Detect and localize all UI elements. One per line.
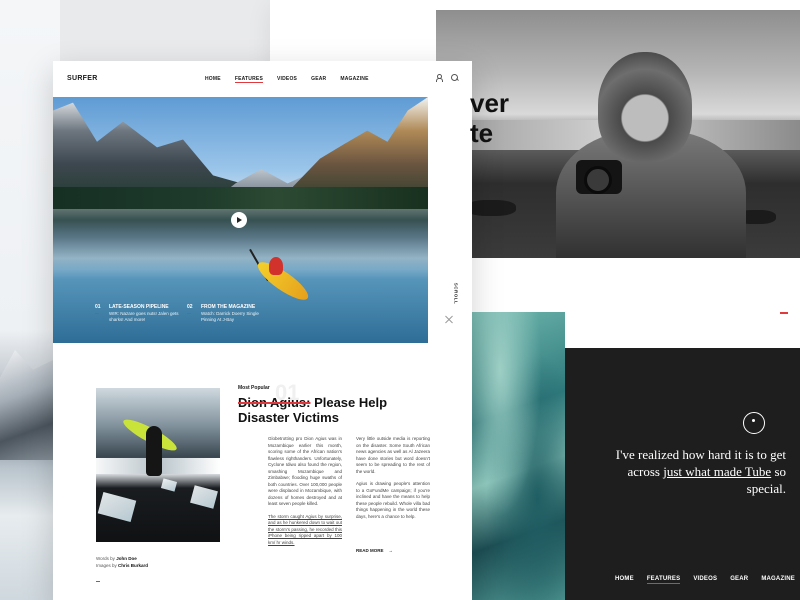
play-icon[interactable] xyxy=(231,212,247,228)
credit-images-name: Chris Burkard xyxy=(118,563,149,568)
pull-quote: I've realized how hard it is to get acro… xyxy=(590,446,786,497)
camera xyxy=(576,160,622,194)
surfer-figure xyxy=(146,426,162,476)
accent-dash xyxy=(96,581,100,582)
footer-nav-home[interactable]: HOME xyxy=(615,575,634,584)
footer-nav-features[interactable]: FEATURES xyxy=(646,575,681,584)
background-headline-line2: te xyxy=(470,118,494,148)
search-icon[interactable] xyxy=(451,74,458,81)
paragraph: Agius is drawing people's attention to a… xyxy=(356,481,430,519)
arrow-right-icon: → xyxy=(388,548,394,553)
left-mountain-photo xyxy=(0,0,60,600)
footer-nav-gear[interactable]: GEAR xyxy=(730,575,748,584)
credit-words-name: John Doe xyxy=(116,556,137,561)
accent-dash xyxy=(187,313,191,314)
hooded-face xyxy=(598,52,692,162)
hero-item-title: LATE-SEASON PIPELINE xyxy=(109,304,169,310)
paragraph: Very little outside media is reporting o… xyxy=(356,436,430,474)
hero-lake-photo: 01 LATE-SEASON PIPELINE WIR: Nazare goes… xyxy=(53,97,428,343)
main-nav: HOME FEATURES VIDEOS GEAR MAGAZINE xyxy=(205,76,369,83)
ice-block xyxy=(97,491,137,523)
nav-features[interactable]: FEATURES xyxy=(234,76,263,83)
headline-struck: Dion Agius: xyxy=(238,395,311,410)
nav-videos[interactable]: VIDEOS xyxy=(277,76,297,83)
top-bar: SURFER HOME FEATURES VIDEOS GEAR MAGAZIN… xyxy=(53,61,472,97)
accent-mark xyxy=(780,312,788,314)
credit-words: Words by John Doe xyxy=(96,556,137,562)
ice-block xyxy=(160,478,178,492)
ice-block xyxy=(190,485,218,509)
paddler xyxy=(269,257,283,275)
quote-link[interactable]: just what made Tube xyxy=(663,464,771,479)
paragraph-underlined[interactable]: The storm caught Agius by surprise, and … xyxy=(268,514,342,547)
user-icon[interactable] xyxy=(435,74,443,82)
hero-item-desc: Watch: Darrick Doerry Single Pinning At … xyxy=(201,311,259,322)
site-logo[interactable]: SURFER xyxy=(67,75,98,83)
footer-nav: HOME FEATURES VIDEOS GEAR MAGAZINE xyxy=(615,575,795,584)
rock xyxy=(466,200,516,216)
read-more-label: READ MORE xyxy=(356,548,384,553)
toolbar-icons xyxy=(435,74,458,82)
article-headline[interactable]: Dion Agius: Please Help Disaster Victims xyxy=(238,395,438,425)
background-headline: ver te xyxy=(470,88,509,148)
read-more-link[interactable]: READ MORE → xyxy=(356,548,393,554)
paragraph: Globetrotting pro Dion Agius was in Moza… xyxy=(268,436,342,506)
hero-item-title: FROM THE MAGAZINE xyxy=(201,304,256,310)
hero-item-number: 02 xyxy=(187,304,193,310)
eyebrow-label: Most Popular xyxy=(238,385,270,391)
hero-item-number: 01 xyxy=(95,304,101,310)
article-column-1: Globetrotting pro Dion Agius was in Moza… xyxy=(268,436,342,552)
credit-images: Images by Chris Burkard xyxy=(96,563,148,569)
hero-item-desc: WIR: Nazare goes nuts! Jalen gets sharks… xyxy=(109,311,179,322)
close-icon[interactable] xyxy=(444,314,454,324)
circle-play-icon[interactable] xyxy=(743,412,765,434)
nav-gear[interactable]: GEAR xyxy=(311,76,326,83)
background-headline-line1: ver xyxy=(470,88,510,118)
nav-home[interactable]: HOME xyxy=(205,76,221,83)
credit-images-label: Images by xyxy=(96,563,117,568)
footer-nav-videos[interactable]: VIDEOS xyxy=(693,575,717,584)
credit-words-label: Words by xyxy=(96,556,115,561)
aerial-river-photo xyxy=(472,312,565,600)
accent-dash xyxy=(95,313,99,314)
snow-peak xyxy=(0,350,60,460)
article-column-2: Very little outside media is reporting o… xyxy=(356,436,430,526)
nav-magazine[interactable]: MAGAZINE xyxy=(340,76,368,83)
forest-line xyxy=(53,187,428,209)
surfer-photo xyxy=(96,388,220,542)
footer-nav-magazine[interactable]: MAGAZINE xyxy=(761,575,795,584)
scroll-indicator[interactable]: SCROLL xyxy=(453,283,458,305)
main-article-card: SURFER HOME FEATURES VIDEOS GEAR MAGAZIN… xyxy=(53,61,472,600)
